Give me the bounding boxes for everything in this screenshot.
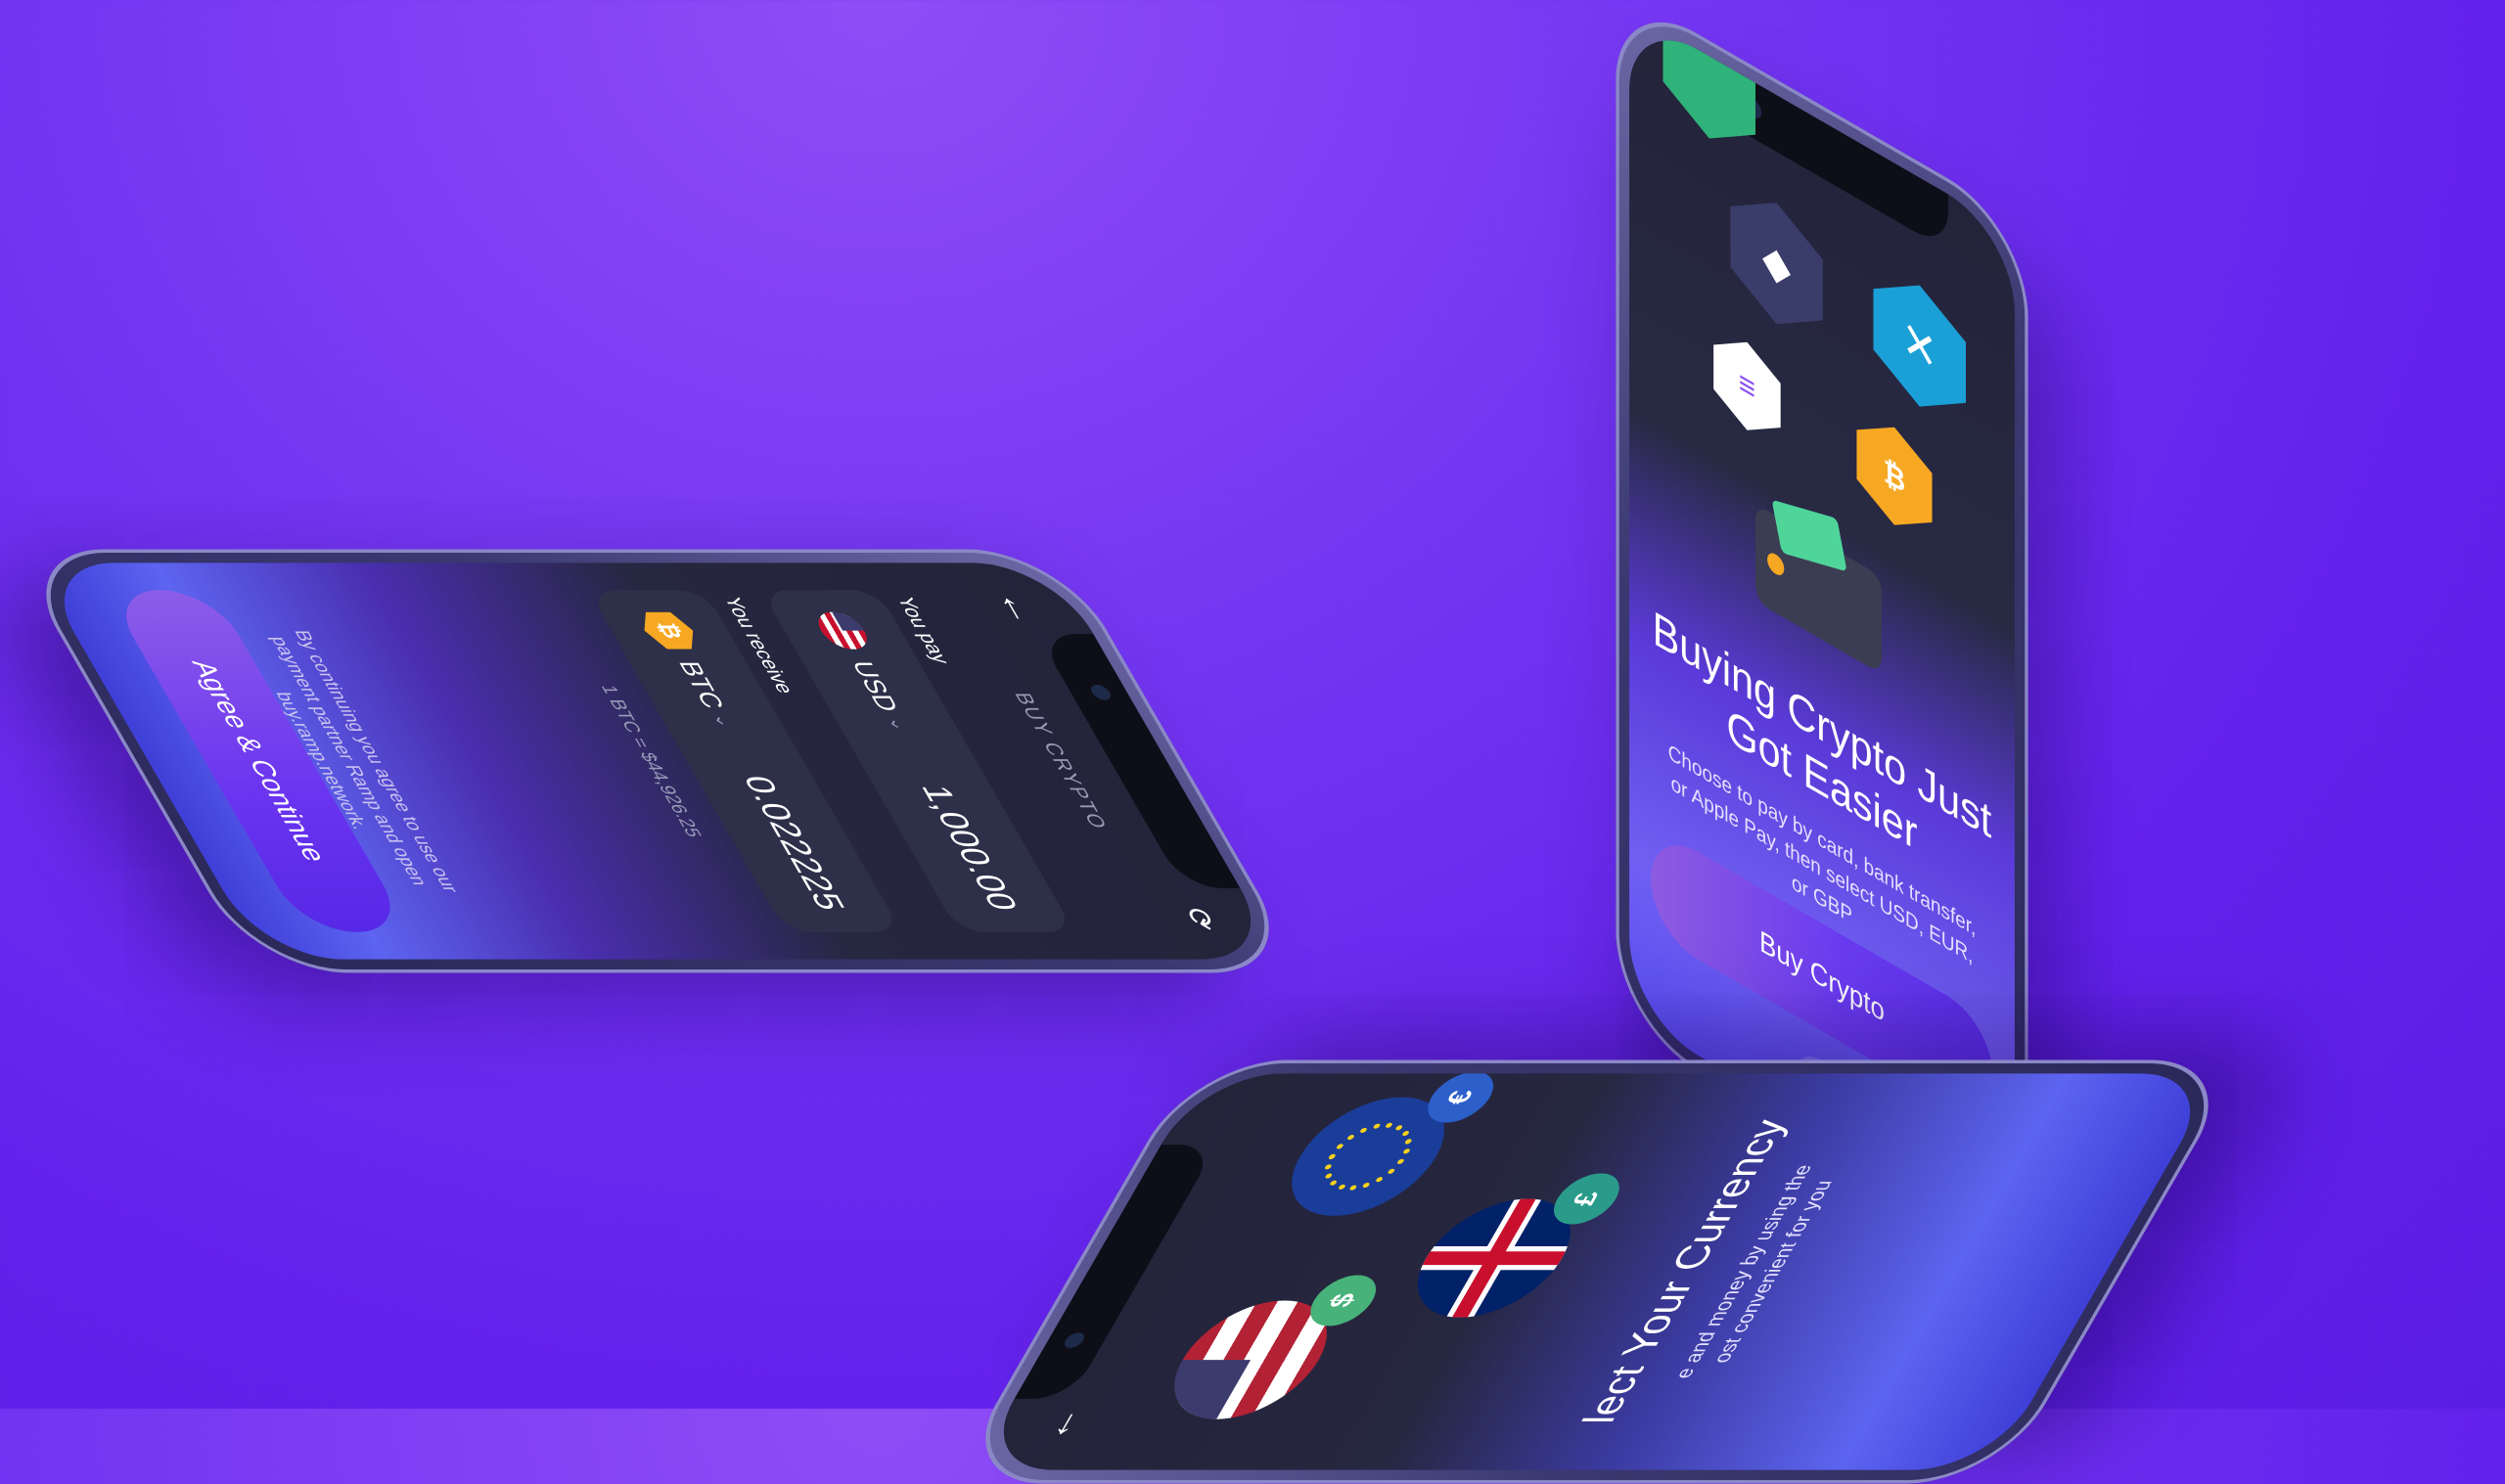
receive-currency[interactable]: BTC [671, 661, 730, 708]
usa-flag-icon [810, 611, 875, 650]
phone-left-body: ← BUY CRYPTO ⟳ You pay USD ⌄ 1,000.00 Yo… [10, 549, 1305, 973]
phone-bottom-body: ← $ € £ lect Your Currency e and money b… [949, 1059, 2245, 1484]
camera [1061, 1332, 1088, 1348]
bitcoin-icon: ₿ [634, 612, 705, 650]
dollar-coin-icon: $ [1298, 1275, 1388, 1327]
arrow-left-icon[interactable]: ← [1028, 1408, 1092, 1442]
xrp-icon: ✕ [1873, 258, 1966, 433]
pound-coin-icon: £ [1542, 1173, 1631, 1225]
pay-currency[interactable]: USD [844, 661, 904, 711]
wallet-clasp [1767, 549, 1785, 579]
chevron-down-icon[interactable]: ⌄ [706, 714, 739, 729]
camera [1087, 685, 1115, 700]
arrow-left-icon[interactable]: ← [986, 592, 1050, 626]
phone-bottom-screen: ← $ € £ lect Your Currency e and money b… [973, 1073, 2221, 1470]
ethereum-icon: ◆ [1730, 176, 1823, 351]
tether-icon [1662, 10, 1755, 164]
bitcoin-icon: ₿ [1856, 405, 1932, 547]
wallet-icon [1755, 499, 1883, 675]
receive-amount[interactable]: 0.022225 [733, 776, 852, 910]
phone-left-screen: ← BUY CRYPTO ⟳ You pay USD ⌄ 1,000.00 Yo… [33, 562, 1282, 960]
banknote-icon [1771, 499, 1847, 572]
phone-right-screen: ◆ ✕ ≡ ₿ Buying Crypto Just Got Easier Ch… [1629, 10, 2015, 1238]
refresh-icon[interactable]: ⟳ [1175, 908, 1225, 930]
pay-amount[interactable]: 1,000.00 [911, 785, 1025, 910]
euro-coin-icon: € [1416, 1073, 1505, 1123]
solana-icon: ≡ [1713, 323, 1781, 450]
chevron-down-icon[interactable]: ⌄ [882, 717, 914, 732]
